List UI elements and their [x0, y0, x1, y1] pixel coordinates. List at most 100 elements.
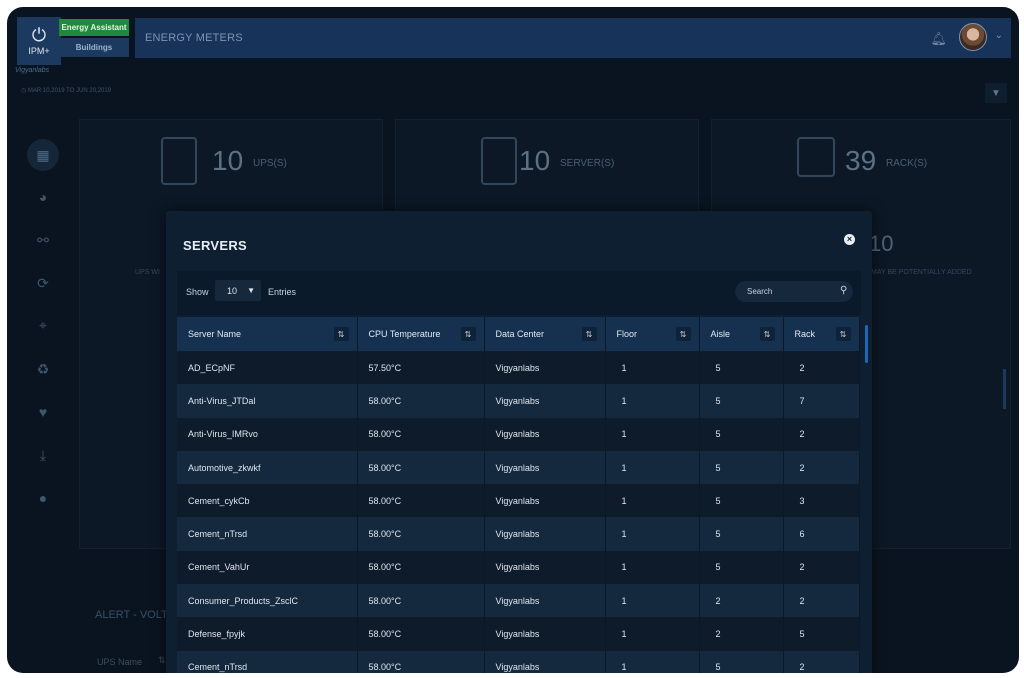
column-header[interactable]: Server Name ⇅ — [177, 317, 358, 351]
cpu-temp-cell: 58.00°C — [357, 550, 485, 585]
sort-icon[interactable]: ⇅ — [460, 327, 476, 341]
sort-icon[interactable]: ⇅ — [581, 327, 597, 341]
server-name-cell: Automotive_zkwkf — [177, 450, 358, 485]
aisle-cell: 2 — [699, 617, 784, 651]
server-name-cell: AD_ECpNF — [177, 351, 358, 385]
data-center-cell: Vigyanlabs — [484, 351, 606, 385]
table-controls: Show 10 ▼ Entries ⚲ — [177, 271, 861, 315]
dashboard-icon[interactable]: ▦ — [27, 139, 59, 171]
column-header[interactable]: Aisle ⇅ — [699, 317, 784, 351]
close-icon[interactable]: × — [844, 234, 855, 245]
ups-count: 10 — [212, 145, 244, 176]
energy-assistant-button[interactable]: Energy Assistant — [59, 19, 129, 36]
sort-icon[interactable]: ⇅ — [835, 327, 851, 341]
sort-icon[interactable]: ⇅ — [675, 327, 691, 341]
data-center-cell: Vigyanlabs — [484, 484, 606, 518]
date-range: ◷ MAR 10,2019 TO JUN 20,2019 — [21, 88, 112, 94]
ups-note: UPS WI — [135, 269, 160, 276]
aisle-cell: 5 — [699, 650, 784, 673]
rack-cell: 3 — [783, 484, 860, 518]
aisle-cell: 2 — [699, 584, 784, 618]
buildings-button[interactable]: Buildings — [59, 38, 129, 57]
filter-icon[interactable]: ▼ — [985, 83, 1007, 103]
column-header[interactable]: Floor ⇅ — [605, 317, 700, 351]
sort-icon[interactable]: ⇅ — [759, 327, 775, 341]
bell-icon[interactable]: 🔔︎ — [930, 31, 947, 47]
map-icon[interactable]: ⌖ — [27, 309, 59, 341]
rack-label: RACK(S) — [886, 158, 928, 169]
cpu-temp-cell: 58.00°C — [357, 517, 485, 551]
server-name-cell: Consumer_Products_ZsclC — [177, 584, 358, 618]
logo-subtext: Vigyanlabs — [15, 67, 50, 74]
chevron-down-icon[interactable]: ⌄ — [995, 30, 1003, 41]
search-icon[interactable]: ⚲ — [840, 285, 847, 296]
avatar[interactable] — [959, 23, 987, 51]
table-scrollbar[interactable] — [865, 325, 868, 363]
data-center-cell: Vigyanlabs — [484, 584, 606, 618]
table-row[interactable]: Automotive_zkwkf 58.00°C Vigyanlabs 1 5 … — [177, 450, 860, 485]
sort-icon[interactable]: ⇅ — [333, 327, 349, 341]
cpu-temp-cell: 58.00°C — [357, 650, 485, 673]
recycle-icon[interactable]: ♻ — [27, 353, 59, 385]
rack-cell: 2 — [783, 550, 860, 585]
user-icon[interactable]: ● — [27, 482, 59, 514]
rack-cell: 2 — [783, 417, 860, 451]
floor-cell: 1 — [605, 550, 700, 585]
rack-note: MAY BE POTENTIALLY ADDED — [871, 269, 972, 276]
sort-icon[interactable]: ⇅ — [158, 655, 166, 666]
table-row[interactable]: Cement_nTrsd 58.00°C Vigyanlabs 1 5 6 — [177, 517, 860, 551]
floor-cell: 1 — [605, 517, 700, 551]
data-center-cell: Vigyanlabs — [484, 450, 606, 485]
server-icon — [481, 137, 517, 185]
aisle-cell: 5 — [699, 351, 784, 385]
header-bar: ENERGY METERS 🔔︎ ⌄ — [135, 18, 1011, 58]
data-center-cell: Vigyanlabs — [484, 517, 606, 551]
table-row[interactable]: Consumer_Products_ZsclC 58.00°C Vigyanla… — [177, 584, 860, 618]
data-center-cell: Vigyanlabs — [484, 550, 606, 585]
cpu-temp-cell: 58.00°C — [357, 584, 485, 618]
table-row[interactable]: Cement_nTrsd 58.00°C Vigyanlabs 1 5 2 — [177, 650, 860, 673]
column-header[interactable]: Rack ⇅ — [783, 317, 860, 351]
floor-cell: 1 — [605, 384, 700, 418]
floor-cell: 1 — [605, 351, 700, 385]
aisle-cell: 5 — [699, 517, 784, 551]
logo-text: IPM+ — [28, 46, 50, 56]
server-name-cell: Cement_VahUr — [177, 550, 358, 585]
heartbeat-icon[interactable]: ♥ — [27, 396, 59, 428]
table-row[interactable]: Anti-Virus_JTDal 58.00°C Vigyanlabs 1 5 … — [177, 384, 860, 418]
table-row[interactable]: Cement_cykCb 58.00°C Vigyanlabs 1 5 3 — [177, 484, 860, 518]
server-count: 10 — [519, 145, 551, 176]
clock-icon: ◷ — [21, 88, 28, 94]
table-row[interactable]: Cement_VahUr 58.00°C Vigyanlabs 1 5 2 — [177, 550, 860, 585]
app-logo[interactable]: ⏻ IPM+ — [17, 17, 61, 65]
table-row[interactable]: AD_ECpNF 57.50°C Vigyanlabs 1 5 2 — [177, 351, 860, 385]
column-header[interactable]: CPU Temperature ⇅ — [357, 317, 485, 351]
download-icon[interactable]: ⤓ — [27, 439, 59, 471]
aisle-cell: 5 — [699, 417, 784, 451]
server-name-cell: Anti-Virus_IMRvo — [177, 417, 358, 451]
sync-icon[interactable]: ⟳ — [27, 267, 59, 299]
server-name-cell: Defense_fpyjk — [177, 617, 358, 651]
server-name-cell: Cement_nTrsd — [177, 517, 358, 551]
server-name-cell: Anti-Virus_JTDal — [177, 384, 358, 418]
entries-select[interactable]: 10 ▼ — [215, 280, 261, 301]
rack-cell: 2 — [783, 650, 860, 673]
floor-cell: 1 — [605, 650, 700, 673]
page-scrollbar[interactable] — [1003, 369, 1006, 409]
ups-label: UPS(S) — [253, 158, 287, 169]
table-row[interactable]: Anti-Virus_IMRvo 58.00°C Vigyanlabs 1 5 … — [177, 417, 860, 451]
pie-chart-icon[interactable]: ◕ — [27, 181, 59, 213]
table-row[interactable]: Defense_fpyjk 58.00°C Vigyanlabs 1 2 5 — [177, 617, 860, 651]
table-header-row: Server Name ⇅ CPU Temperature ⇅ Data Cente… — [177, 317, 860, 351]
modal-title: SERVERS — [183, 238, 247, 253]
column-header[interactable]: Data Center ⇅ — [484, 317, 606, 351]
hierarchy-icon[interactable]: ⚯ — [27, 224, 59, 256]
data-center-cell: Vigyanlabs — [484, 417, 606, 451]
show-label: Show — [186, 287, 209, 297]
power-icon: ⏻ — [31, 25, 47, 45]
aisle-cell: 5 — [699, 384, 784, 418]
alert-title: ALERT - VOLT — [95, 609, 168, 621]
search-input[interactable] — [735, 281, 853, 302]
cpu-temp-cell: 57.50°C — [357, 351, 485, 385]
rack-cell: 2 — [783, 450, 860, 485]
